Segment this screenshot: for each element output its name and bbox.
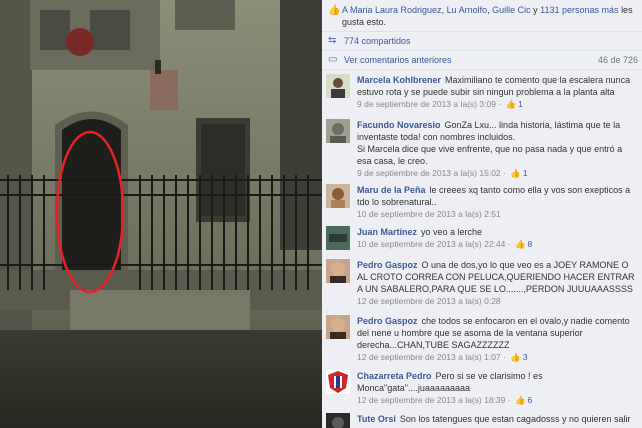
previous-comments-link[interactable]: Ver comentarios anteriores bbox=[344, 55, 452, 65]
comment-like-count[interactable]: 1 bbox=[523, 168, 528, 178]
shares-bar[interactable]: ⇆ 774 compartidos bbox=[322, 32, 642, 51]
comments-panel: 👍 A Maria Laura Rodriguez, Lu Arnolfo, G… bbox=[322, 0, 642, 428]
comment-item: Juan Martinez yo veo a lerche 10 de septi… bbox=[322, 222, 642, 256]
comment-author[interactable]: Facundo Novaresio bbox=[357, 120, 441, 130]
likes-bar: 👍 A Maria Laura Rodriguez, Lu Arnolfo, G… bbox=[322, 0, 642, 32]
comment-date[interactable]: 12 de septiembre de 2013 a la(s) 18:39 bbox=[357, 395, 505, 405]
comment-date[interactable]: 9 de septiembre de 2013 a la(s) 15:02 bbox=[357, 168, 501, 178]
comment-text: yo veo a lerche bbox=[421, 227, 483, 237]
comment-date[interactable]: 10 de septiembre de 2013 a la(s) 2:51 bbox=[357, 209, 501, 219]
likes-count-link[interactable]: 1131 personas más bbox=[540, 5, 618, 15]
thumbs-up-icon[interactable]: 👍 bbox=[515, 395, 526, 405]
avatar[interactable] bbox=[326, 226, 350, 250]
thumbs-up-icon[interactable]: 👍 bbox=[515, 239, 526, 249]
shares-count[interactable]: 774 compartidos bbox=[344, 36, 411, 46]
avatar[interactable] bbox=[326, 74, 350, 98]
comment-author[interactable]: Tute Orsi bbox=[357, 414, 396, 424]
comment-item: Tute Orsi Son los tatengues que estan cag… bbox=[322, 409, 642, 428]
previous-comments-bar[interactable]: ▭ Ver comentarios anteriores 46 de 726 bbox=[322, 51, 642, 70]
comment-date[interactable]: 12 de septiembre de 2013 a la(s) 1:07 bbox=[357, 352, 501, 362]
thumbs-up-icon: 👍 bbox=[328, 5, 341, 16]
comments-icon: ▭ bbox=[328, 54, 338, 65]
avatar[interactable] bbox=[326, 370, 350, 394]
comment-item: Chazarreta Pedro Pero si se ve clarisimo … bbox=[322, 366, 642, 410]
comment-date[interactable]: 10 de septiembre de 2013 a la(s) 22:44 bbox=[357, 239, 505, 249]
liker-link[interactable]: Guille Cic bbox=[492, 5, 531, 15]
avatar[interactable] bbox=[326, 184, 350, 208]
avatar[interactable] bbox=[326, 315, 350, 339]
comment-item: Maru de la Peña le creees xq tanto como e… bbox=[322, 180, 642, 223]
comment-author[interactable]: Marcela Kohlbrener bbox=[357, 75, 441, 85]
avatar[interactable] bbox=[326, 413, 350, 428]
comment-author[interactable]: Pedro Gaspoz bbox=[357, 316, 418, 326]
comment-text: Son los tatengues que estan cagadosss y … bbox=[399, 414, 631, 424]
thumbs-up-icon[interactable]: 👍 bbox=[505, 99, 516, 109]
comment-author[interactable]: Maru de la Peña bbox=[357, 185, 426, 195]
liker-link[interactable]: A Maria Laura Rodriguez bbox=[342, 5, 442, 15]
comment-author[interactable]: Chazarreta Pedro bbox=[357, 371, 432, 381]
comment-item: Pedro Gaspoz che todos se enfocaron en el… bbox=[322, 311, 642, 367]
comment-item: Marcela Kohlbrener Maximiliano te comento… bbox=[322, 70, 642, 116]
thumbs-up-icon[interactable]: 👍 bbox=[510, 352, 521, 362]
comment-like-count[interactable]: 1 bbox=[518, 99, 523, 109]
comment-like-count[interactable]: 6 bbox=[528, 395, 533, 405]
comment-item: Facundo Novaresio GonZa Lxu... linda hist… bbox=[322, 115, 642, 181]
comments-counter: 46 de 726 bbox=[597, 55, 638, 65]
comment-like-count[interactable]: 3 bbox=[523, 352, 528, 362]
avatar[interactable] bbox=[326, 119, 350, 143]
post-photo[interactable] bbox=[0, 0, 322, 428]
house-night-photo bbox=[0, 0, 322, 428]
liker-link[interactable]: Lu Arnolfo bbox=[447, 5, 488, 15]
comment-author[interactable]: Pedro Gaspoz bbox=[357, 260, 418, 270]
comment-date[interactable]: 12 de septiembre de 2013 a la(s) 0:28 bbox=[357, 296, 501, 306]
comment-date[interactable]: 9 de septiembre de 2013 a la(s) 3:09 bbox=[357, 99, 496, 109]
share-icon: ⇆ bbox=[328, 35, 337, 46]
comment-item: Pedro Gaspoz O una de dos,yo lo que veo e… bbox=[322, 255, 642, 312]
comment-author[interactable]: Juan Martinez bbox=[357, 227, 417, 237]
avatar[interactable] bbox=[326, 259, 350, 283]
thumbs-up-icon[interactable]: 👍 bbox=[510, 168, 521, 178]
comment-text-line: Si Marcela dice que vive enfrente, que n… bbox=[357, 144, 623, 166]
comment-like-count[interactable]: 8 bbox=[528, 239, 533, 249]
